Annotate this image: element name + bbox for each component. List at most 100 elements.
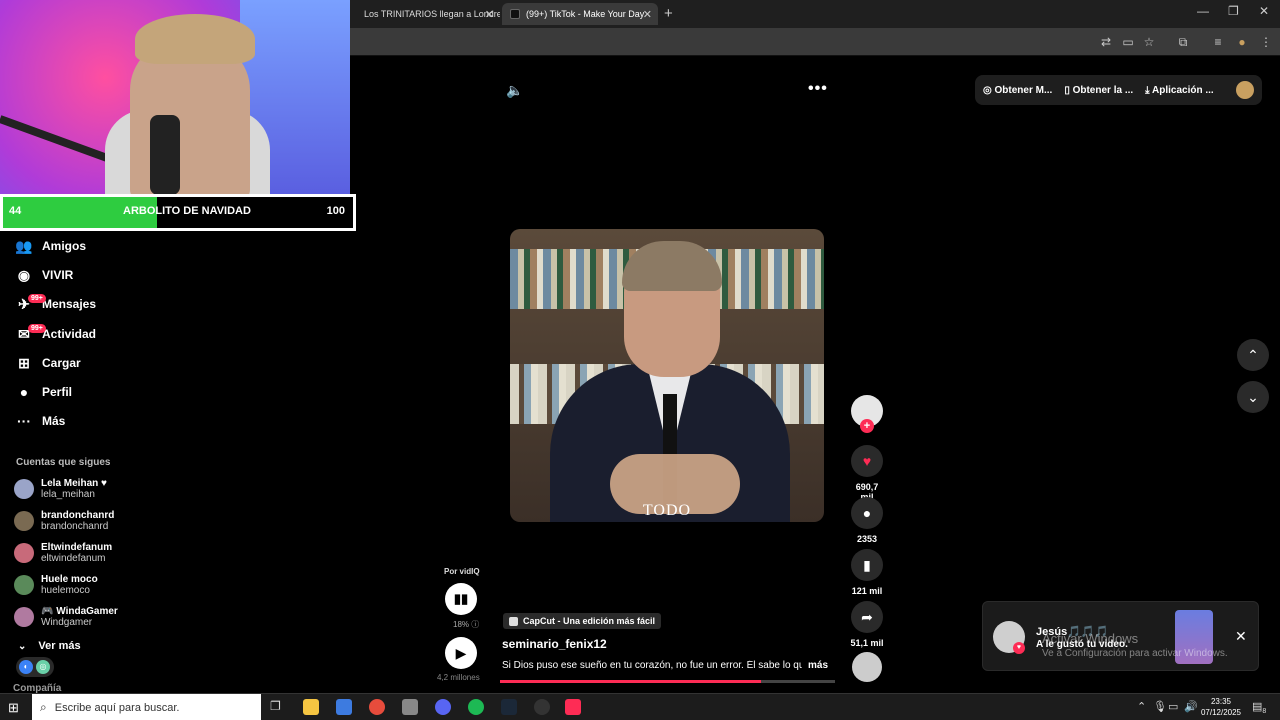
tiktok-icon [510, 9, 520, 19]
activate-windows-text: Ve a Configuración para activar Windows. [1042, 648, 1228, 659]
chevron-down-icon[interactable]: ⌄ [1237, 381, 1269, 413]
new-tab-button[interactable]: + [664, 5, 673, 22]
close-icon[interactable]: ✕ [1235, 628, 1247, 645]
obs-icon[interactable] [534, 699, 550, 715]
menu-icon[interactable]: ⋮ [1258, 34, 1274, 50]
extension-icon[interactable]: ◎ [36, 660, 50, 674]
share-action[interactable]: ➦ 51,1 mil [848, 601, 886, 648]
display-name: Huele moco [41, 574, 98, 585]
tab-tiktok[interactable]: (99+) TikTok - Make Your Day ✕ [502, 3, 658, 25]
download-app-button[interactable]: ⤓ Aplicación ... [1145, 85, 1214, 96]
sidebar-item-vivir[interactable]: ◉ VIVIR [14, 263, 73, 287]
get-app-button[interactable]: ▯ Obtener la ... [1064, 85, 1133, 96]
capcut-tag[interactable]: CapCut - Una edición más fácil [503, 613, 662, 629]
store-icon[interactable] [336, 699, 352, 715]
search-icon: ⌕ [40, 700, 47, 714]
video-player[interactable]: TODO [510, 229, 824, 522]
window-close-button[interactable]: ✕ [1259, 4, 1269, 18]
following-item[interactable]: brandonchanrd brandonchanrd [14, 507, 214, 535]
bookmark-icon[interactable]: ▮ [851, 549, 883, 581]
see-more-button[interactable]: ⌄ Ver más [18, 640, 81, 652]
chevron-up-icon[interactable]: ⌃ [1237, 339, 1269, 371]
get-coins-button[interactable]: ◎ Obtener M... [983, 85, 1052, 96]
clock-date: 07/12/2025 [1200, 708, 1242, 717]
save-action[interactable]: ▮ 121 mil [848, 549, 886, 596]
extensions-icon[interactable]: ⧉ [1175, 34, 1191, 50]
minimize-button[interactable]: — [1197, 4, 1209, 18]
share-icon[interactable]: ➦ [851, 601, 883, 633]
music-disc-icon[interactable] [852, 652, 882, 682]
video-username[interactable]: seminario_fenix12 [502, 637, 607, 651]
network-icon[interactable]: ▭ [1168, 700, 1178, 713]
sidebar-item-amigos[interactable]: 👥 Amigos [14, 234, 86, 258]
tab-close-icon[interactable]: ✕ [485, 8, 494, 21]
app-icon[interactable] [402, 699, 418, 715]
sidebar-item-perfil[interactable]: ● Perfil [14, 380, 72, 404]
extension-pills[interactable]: ◐ ◎ [16, 657, 54, 677]
creator-avatar[interactable]: + [848, 395, 886, 433]
capcut-label: CapCut - Una edición más fácil [523, 616, 656, 626]
avatar [14, 607, 34, 627]
percent-label: 18% ⓘ [453, 620, 480, 629]
like-action[interactable]: ♥ 690,7 mil [848, 445, 886, 502]
sidebar-item-actividad[interactable]: ✉ 99+ Actividad [14, 322, 96, 346]
volume-icon[interactable]: 🔈 [506, 82, 523, 99]
task-view-icon[interactable]: ❐ [270, 699, 286, 715]
restore-button[interactable]: ❐ [1228, 4, 1239, 18]
following-item[interactable]: Eltwindefanum eltwindefanum [14, 539, 214, 567]
tray-expand-icon[interactable]: ⌃ [1137, 700, 1146, 713]
goal-target: 100 [326, 205, 345, 217]
cast-icon[interactable]: ▭ [1120, 34, 1136, 50]
heart-icon[interactable]: ♥ [851, 445, 883, 477]
following-item[interactable]: Huele moco huelemoco [14, 571, 214, 599]
taskbar-search[interactable]: ⌕ Escribe aquí para buscar. [32, 694, 261, 720]
user-avatar[interactable] [1236, 81, 1254, 99]
sidebar-item-label: Más [42, 414, 66, 428]
comment-action[interactable]: ● 2353 [848, 497, 886, 544]
comment-icon[interactable]: ● [851, 497, 883, 529]
video-progress-bar[interactable] [500, 680, 835, 683]
goal-current: 44 [9, 205, 22, 217]
sound-avatar[interactable] [848, 652, 886, 682]
notifications-icon[interactable]: ▤8 [1252, 700, 1266, 715]
following-item[interactable]: Lela Meihan ♥ lela_meihan [14, 475, 214, 503]
file-explorer-icon[interactable] [303, 699, 319, 715]
follow-plus-icon[interactable]: + [860, 419, 874, 433]
chrome-icon[interactable] [369, 699, 385, 715]
heart-icon: ♥ [1013, 642, 1025, 654]
avatar [14, 479, 34, 499]
tab-youtube[interactable]: Los TRINITARIOS llegan a Londres ✕ [350, 3, 500, 25]
sidebar-item-mensajes[interactable]: ✈ 99+ Mensajes [14, 292, 96, 316]
stats-icon[interactable]: ▮▮ [445, 583, 477, 615]
play-icon[interactable]: ▶ [445, 637, 477, 669]
discord-icon[interactable] [435, 699, 451, 715]
avatar [14, 511, 34, 531]
tab-title: Los TRINITARIOS llegan a Londres [364, 9, 500, 19]
steam-icon[interactable] [501, 699, 517, 715]
notification-badge: 99+ [28, 324, 46, 333]
profile-avatar-icon[interactable]: ● [1234, 34, 1250, 50]
sidebar-item-más[interactable]: ··· Más [14, 409, 65, 433]
more-options-icon[interactable]: ••• [808, 80, 828, 98]
tiktok-icon[interactable] [565, 699, 581, 715]
following-item[interactable]: 🎮 WindaGamer Windgamer [14, 603, 214, 631]
avatar[interactable]: + [851, 395, 883, 433]
translate-icon[interactable]: ⇄ [1098, 34, 1114, 50]
video-description: Si Dios puso ese sueño en tu corazón, no… [502, 660, 802, 671]
upload-icon: ⊞ [18, 354, 30, 371]
volume-icon[interactable]: 🔊 [1184, 700, 1198, 713]
media-icon[interactable]: ≡ [1210, 34, 1226, 50]
tab-close-icon[interactable]: ✕ [643, 8, 652, 21]
more-link[interactable]: más [808, 660, 828, 671]
spotify-icon[interactable] [468, 699, 484, 715]
sidebar-item-label: Cargar [42, 356, 81, 370]
extension-icon[interactable]: ◐ [19, 660, 33, 674]
microphone-icon[interactable]: 🎙 [1153, 700, 1167, 713]
sidebar-item-cargar[interactable]: ⊞ Cargar [14, 351, 81, 375]
windows-start-icon[interactable]: ⊞ [8, 700, 19, 716]
webcam-overlay [0, 0, 350, 194]
clock[interactable]: 23:35 07/12/2025 [1200, 696, 1242, 718]
following-title: Cuentas que sigues [16, 457, 111, 468]
star-icon[interactable]: ☆ [1141, 34, 1157, 50]
sidebar-item-label: Amigos [42, 239, 87, 253]
